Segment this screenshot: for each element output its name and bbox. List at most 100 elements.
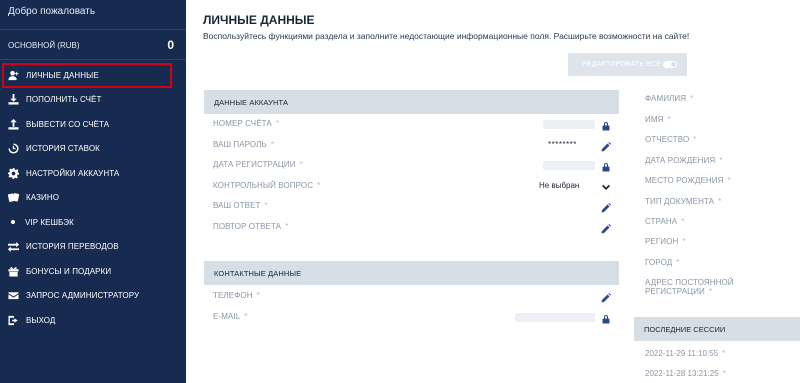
edit-all-label: РЕДАКТИРОВАТЬ ВСЕ xyxy=(582,61,662,68)
required-mark: * xyxy=(264,201,268,210)
required-mark: * xyxy=(682,237,686,246)
session-time: 2022-11-28 13:21:25 xyxy=(645,369,719,378)
field-label: E-MAIL xyxy=(213,312,241,321)
sidebar-item-account-settings[interactable]: НАСТРОЙКИ АККАУНТА xyxy=(0,161,186,186)
pencil-icon[interactable] xyxy=(601,221,611,234)
city-field[interactable]: ГОРОД * xyxy=(645,258,679,267)
required-mark: * xyxy=(722,369,726,378)
birth-place-field[interactable]: МЕСТО РОЖДЕНИЯ * xyxy=(645,176,731,185)
field-label: КОНТРОЛЬНЫЙ ВОПРОС xyxy=(213,181,314,190)
sidebar-item-label: ИСТОРИЯ ПЕРЕВОДОВ xyxy=(26,242,119,252)
dot-icon xyxy=(11,220,15,225)
field-label: ИМЯ xyxy=(645,115,664,124)
email-value xyxy=(515,313,595,322)
required-mark: * xyxy=(285,222,289,231)
password-value: ******** xyxy=(548,140,577,149)
session-item: 2022-11-28 13:21:25 * xyxy=(645,369,726,378)
required-mark: * xyxy=(719,156,723,165)
required-mark: * xyxy=(681,217,685,226)
sidebar-item-personal-data[interactable]: ЛИЧНЫЕ ДАННЫЕ xyxy=(2,63,172,88)
field-label: ОТЧЕСТВО xyxy=(645,135,690,144)
sidebar-item-deposit[interactable]: ПОПОЛНИТЬ СЧЁТ xyxy=(0,88,186,113)
upload-icon xyxy=(8,118,19,130)
balance-label: ОСНОВНОЙ (RUB) xyxy=(8,41,80,50)
sidebar-item-label: БОНУСЫ И ПОДАРКИ xyxy=(26,266,112,276)
pencil-icon[interactable] xyxy=(601,290,611,303)
sidebar-item-logout[interactable]: ВЫХОД xyxy=(0,308,186,333)
birth-date-field[interactable]: ДАТА РОЖДЕНИЯ * xyxy=(645,156,722,165)
password-field[interactable]: ВАШ ПАРОЛЬ * ******** xyxy=(213,138,613,154)
sidebar-item-label: ЛИЧНЫЕ ДАННЫЕ xyxy=(26,70,99,80)
answer-field[interactable]: ВАШ ОТВЕТ * xyxy=(213,199,613,215)
page-title: ЛИЧНЫЕ ДАННЫЕ xyxy=(203,13,315,27)
required-mark: * xyxy=(690,94,694,103)
sidebar-item-bet-history[interactable]: ИСТОРИЯ СТАВОК xyxy=(0,137,186,162)
sidebar-item-vip-cashback[interactable]: VIP КЕШБЭК xyxy=(0,210,186,235)
field-label: ФАМИЛИЯ xyxy=(645,94,687,103)
transfer-icon xyxy=(8,241,19,253)
logout-icon xyxy=(8,315,19,326)
account-number-field: НОМЕР СЧЁТА * xyxy=(213,117,613,133)
lock-icon xyxy=(601,118,611,131)
sidebar-item-casino[interactable]: КАЗИНО xyxy=(0,186,186,211)
name-field[interactable]: ИМЯ * xyxy=(645,115,671,124)
session-time: 2022-11-29 11:10:55 xyxy=(645,349,719,358)
sidebar-item-label: ВЫХОД xyxy=(26,315,56,325)
sidebar-item-label: ИСТОРИЯ СТАВОК xyxy=(26,144,100,154)
sidebar-menu: ЛИЧНЫЕ ДАННЫЕ ПОПОЛНИТЬ СЧЁТ ВЫВЕСТИ СО … xyxy=(0,63,186,333)
country-field[interactable]: СТРАНА * xyxy=(645,217,684,226)
sidebar-item-label: ЗАПРОС АДМИНИСТРАТОРУ xyxy=(26,291,140,301)
gift-icon xyxy=(8,266,19,277)
field-label: МЕСТО РОЖДЕНИЯ xyxy=(645,176,724,185)
sidebar-item-label: ВЫВЕСТИ СО СЧЁТА xyxy=(26,119,110,129)
region-field[interactable]: РЕГИОН * xyxy=(645,237,686,246)
field-label: ДАТА РОЖДЕНИЯ xyxy=(645,156,716,165)
required-mark: * xyxy=(667,115,671,124)
required-mark: * xyxy=(256,291,260,300)
field-label: ВАШ ПАРОЛЬ xyxy=(213,140,267,149)
address-field[interactable]: АДРЕС ПОСТОЯННОЙ РЕГИСТРАЦИИ * xyxy=(645,278,800,296)
sidebar-item-label: НАСТРОЙКИ АККАУНТА xyxy=(26,168,120,178)
security-question-field[interactable]: КОНТРОЛЬНЫЙ ВОПРОС * Не выбран xyxy=(213,179,613,195)
patronymic-field[interactable]: ОТЧЕСТВО * xyxy=(645,135,697,144)
field-label: НОМЕР СЧЁТА xyxy=(213,119,272,128)
divider xyxy=(0,29,186,30)
pencil-icon[interactable] xyxy=(601,139,611,152)
field-label: СТРАНА xyxy=(645,217,678,226)
required-mark: * xyxy=(693,135,697,144)
required-mark: * xyxy=(708,287,713,296)
cards-icon xyxy=(8,192,19,203)
balance-value: 0 xyxy=(167,38,174,52)
sidebar-item-bonuses[interactable]: БОНУСЫ И ПОДАРКИ xyxy=(0,259,186,284)
download-icon xyxy=(8,94,19,105)
security-question-value: Не выбран xyxy=(539,181,580,190)
lock-icon xyxy=(601,159,611,172)
registration-date-field: ДАТА РЕГИСТРАЦИИ * xyxy=(213,158,613,174)
chevron-down-icon[interactable] xyxy=(601,180,611,190)
field-label: ПОВТОР ОТВЕТА xyxy=(213,222,282,231)
phone-field[interactable]: ТЕЛЕФОН * xyxy=(213,289,613,305)
user-add-icon xyxy=(8,70,19,81)
edit-all-toggle[interactable] xyxy=(663,61,677,68)
gear-icon xyxy=(8,167,19,179)
divider xyxy=(0,59,186,60)
repeat-answer-field[interactable]: ПОВТОР ОТВЕТА * xyxy=(213,220,613,236)
edit-all-button[interactable]: РЕДАКТИРОВАТЬ ВСЕ xyxy=(568,53,687,76)
required-mark: * xyxy=(718,197,722,206)
sidebar: Добро пожаловать ОСНОВНОЙ (RUB) 0 ЛИЧНЫЕ… xyxy=(0,0,186,383)
sidebar-item-transfer-history[interactable]: ИСТОРИЯ ПЕРЕВОДОВ xyxy=(0,235,186,260)
sidebar-item-label: КАЗИНО xyxy=(26,193,60,203)
mail-icon xyxy=(8,290,19,301)
history-icon xyxy=(8,143,19,154)
sidebar-item-label: ПОПОЛНИТЬ СЧЁТ xyxy=(26,95,102,105)
required-mark: * xyxy=(727,176,731,185)
surname-field[interactable]: ФАМИЛИЯ * xyxy=(645,94,693,103)
app-window: Добро пожаловать ОСНОВНОЙ (RUB) 0 ЛИЧНЫЕ… xyxy=(0,0,800,383)
contact-section-header: КОНТАКТНЫЕ ДАННЫЕ xyxy=(204,261,619,285)
sidebar-item-withdraw[interactable]: ВЫВЕСТИ СО СЧЁТА xyxy=(0,112,186,137)
field-label: ТИП ДОКУМЕНТА xyxy=(645,197,715,206)
page-subtitle: Воспользуйтесь функциями раздела и запол… xyxy=(203,31,690,41)
sidebar-item-admin-request[interactable]: ЗАПРОС АДМИНИСТРАТОРУ xyxy=(0,284,186,309)
document-type-field[interactable]: ТИП ДОКУМЕНТА * xyxy=(645,197,721,206)
pencil-icon[interactable] xyxy=(601,200,611,213)
